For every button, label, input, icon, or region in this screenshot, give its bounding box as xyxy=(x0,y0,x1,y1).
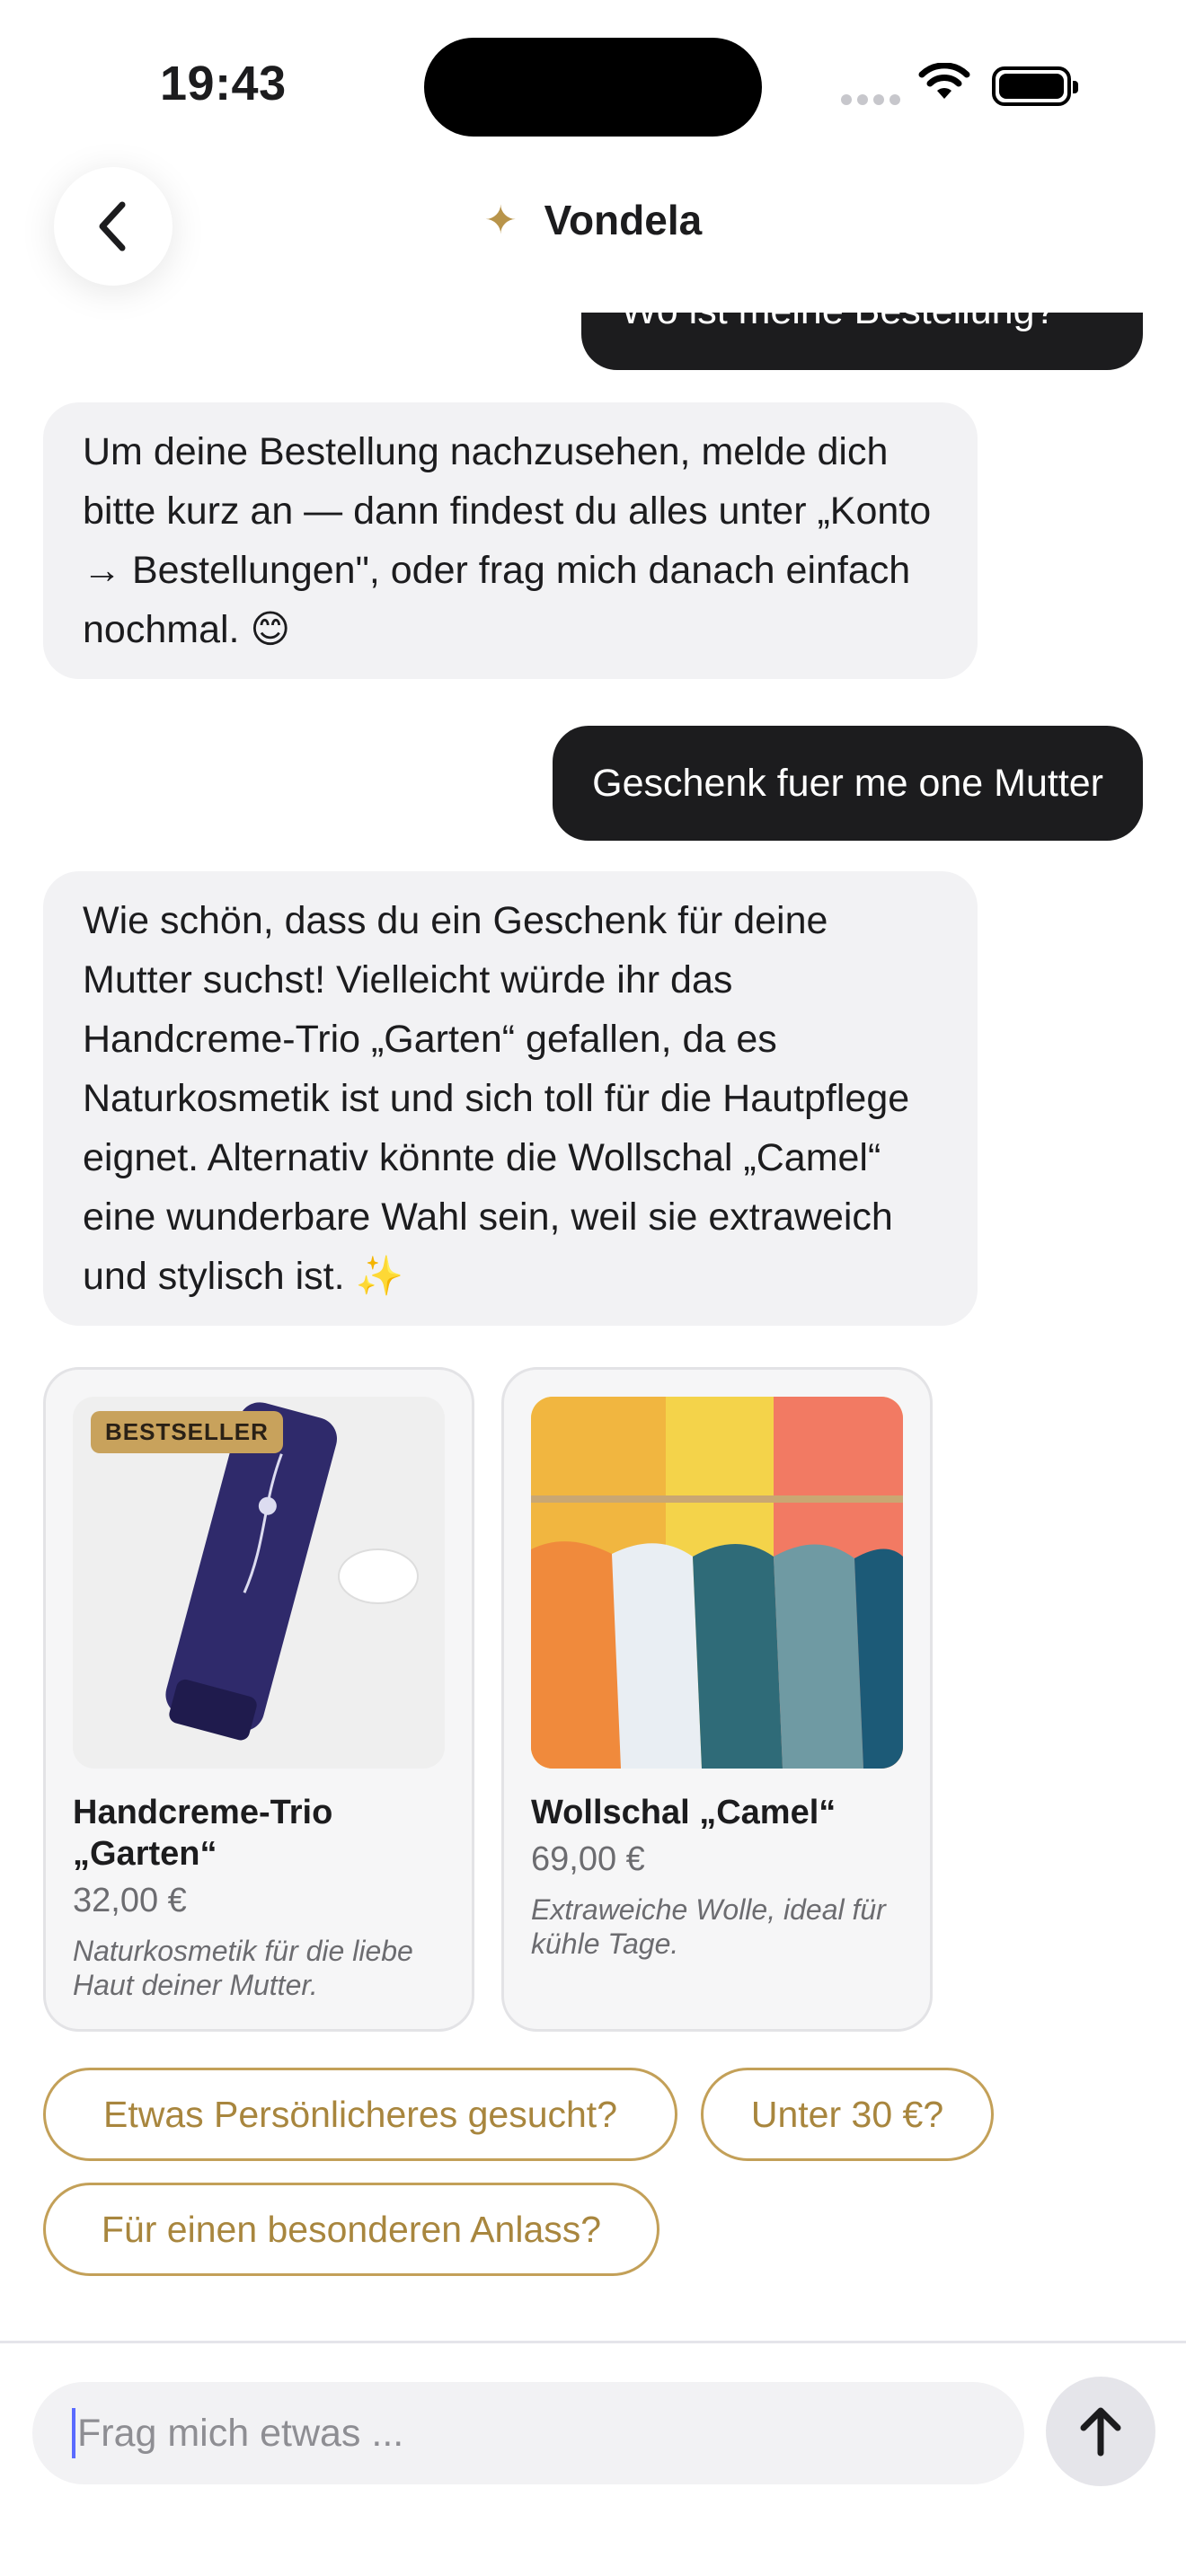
bestseller-badge: BESTSELLER xyxy=(91,1411,283,1453)
assistant-message: Um deine Bestellung nachzusehen, melde d… xyxy=(43,402,978,679)
product-price: 69,00 € xyxy=(531,1840,645,1878)
cellular-signal-icon xyxy=(841,93,906,110)
product-image: BESTSELLER xyxy=(73,1397,445,1769)
product-title: Handcreme-Trio „Garten“ xyxy=(73,1794,333,1873)
suggestion-chip[interactable]: Für einen besonderen Anlass? xyxy=(43,2183,659,2276)
product-card[interactable]: Wollschal „Camel“ 69,00 € Extraweiche Wo… xyxy=(501,1367,933,2032)
chat-header: ✦ Vondela xyxy=(0,196,1186,244)
product-price: 32,00 € xyxy=(73,1882,187,1919)
product-card[interactable]: BESTSELLER Handcreme-Trio „Garten“ 32,00… xyxy=(43,1367,474,2032)
input-placeholder: Frag mich etwas ... xyxy=(77,2411,404,2455)
user-message: Wo ist meine Bestellung? xyxy=(581,313,1143,370)
composer-divider xyxy=(0,2341,1186,2343)
user-message: Geschenk fuer me one Mutter xyxy=(553,726,1143,841)
product-image xyxy=(531,1397,903,1769)
assistant-message: Wie schön, dass du ein Geschenk für dein… xyxy=(43,871,978,1326)
text-caret xyxy=(72,2408,75,2458)
send-button[interactable] xyxy=(1046,2377,1155,2486)
message-input[interactable]: Frag mich etwas ... xyxy=(32,2382,1024,2484)
battery-icon xyxy=(992,66,1078,106)
wifi-icon xyxy=(918,63,970,99)
product-description: Naturkosmetik für die liebe Haut deiner … xyxy=(73,1935,413,2001)
product-description: Extraweiche Wolle, ideal für kühle Tage. xyxy=(531,1893,886,1960)
product-title: Wollschal „Camel“ xyxy=(531,1794,836,1831)
dynamic-island xyxy=(424,38,762,137)
sparkle-icon: ✦ xyxy=(483,198,518,243)
status-time: 19:43 xyxy=(160,57,287,110)
suggestion-chip[interactable]: Etwas Persönlicheres gesucht? xyxy=(43,2068,677,2161)
assistant-name: Vondela xyxy=(544,197,703,243)
arrow-up-icon xyxy=(1080,2407,1121,2457)
suggestion-chip[interactable]: Unter 30 €? xyxy=(701,2068,994,2161)
